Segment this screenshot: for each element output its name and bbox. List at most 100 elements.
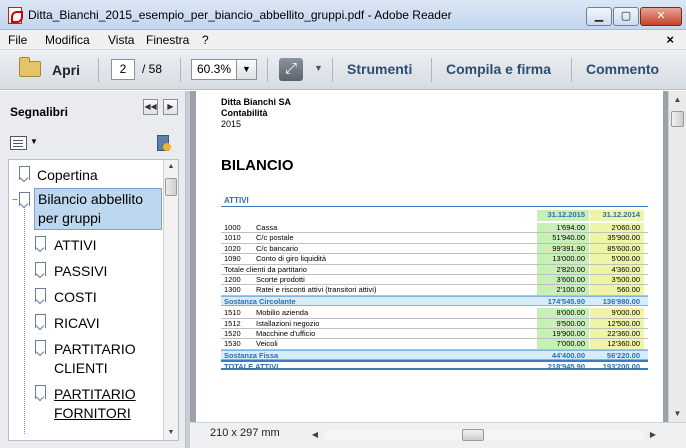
open-button[interactable]: Apri — [52, 62, 80, 78]
value-2014: 5'000.00 — [611, 254, 640, 264]
fit-page-expand-icon[interactable]: ⤢ — [279, 58, 303, 81]
bookmark-label: PARTITARIO — [54, 386, 136, 402]
toolbar-separator — [431, 58, 432, 82]
scroll-track[interactable] — [324, 430, 644, 440]
value-2014: 85'600.00 — [607, 243, 640, 253]
account-description: Totale clienti da partitario — [224, 264, 307, 274]
value-2015: 2'100.00 — [556, 285, 585, 295]
bookmarks-title: Segnalibri — [10, 105, 69, 119]
value-2014: 9'000.00 — [611, 308, 640, 318]
subtotal-row: Sostanza Circolante 174'545.90 136'980.0… — [221, 295, 648, 307]
tools-button[interactable]: Strumenti — [347, 61, 412, 77]
table-row: Totale clienti da partitario 2'820.00 4'36… — [221, 264, 648, 275]
table-row: 1510 Mobilio azienda 8'000.00 9'000.00 — [221, 308, 648, 319]
chevron-down-icon: ▼ — [30, 137, 38, 146]
value-2014: 22'360.00 — [607, 328, 640, 338]
value-2015: 51'940.00 — [552, 233, 585, 243]
chevron-down-icon[interactable]: ▼ — [314, 63, 323, 73]
account-description: Scorte prodotti — [256, 274, 305, 284]
bookmark-scrollbar[interactable]: ▲ ▼ — [163, 160, 178, 440]
menu-modifica[interactable]: Modifica — [45, 33, 90, 47]
section-rule — [221, 206, 648, 207]
account-code: 1530 — [224, 339, 241, 349]
bookmark-label-line2: FORNITORI — [54, 405, 131, 421]
account-code: 1090 — [224, 254, 241, 264]
collapse-panel-icon[interactable]: ◀◀ — [143, 99, 158, 115]
menu-file[interactable]: File — [8, 33, 27, 47]
fill-and-sign-button[interactable]: Compila e firma — [446, 61, 551, 77]
scroll-up-icon[interactable]: ▲ — [669, 91, 686, 108]
table-row: 1300 Ratei e risconti attivi (transitori … — [221, 285, 648, 296]
bookmark-copertina[interactable]: Copertina — [37, 166, 98, 185]
minimize-button[interactable]: ▁ — [586, 7, 612, 26]
table-row: 1010 C/c postale 51'940.00 35'900.00 — [221, 233, 648, 244]
table-row: 1520 Macchine d'ufficio 19'900.00 22'360.00 — [221, 328, 648, 340]
bookmark-ricavi[interactable]: RICAVI — [54, 314, 100, 333]
account-description: Mobilio azienda — [256, 308, 309, 318]
table-row: 1512 Istallazioni negozio 9'500.00 12'500.0… — [221, 318, 648, 329]
account-description: Macchine d'ufficio — [256, 328, 316, 338]
bookmark-partitario-clienti[interactable]: PARTITARIO CLIENTI — [54, 340, 136, 378]
value-2015: 19'900.00 — [552, 328, 585, 338]
scroll-right-icon[interactable]: ▶ — [646, 427, 660, 443]
bookmark-partitario-fornitori[interactable]: PARTITARIO FORNITORI — [54, 385, 136, 423]
bookmark-passivi[interactable]: PASSIVI — [54, 262, 107, 281]
comment-button[interactable]: Commento — [586, 61, 659, 77]
value-2015: 8'000.00 — [556, 308, 585, 318]
expand-panel-icon[interactable]: ▶ — [163, 99, 178, 115]
zoom-dropdown-button[interactable]: ▼ — [237, 59, 257, 80]
bookmark-options-button[interactable]: ▼ — [10, 135, 42, 153]
account-description: Cassa — [256, 223, 278, 232]
scroll-thumb[interactable] — [462, 429, 484, 441]
bookmark-tree: − Copertina Bilancio abbellito per grupp… — [8, 159, 179, 441]
menu-vista[interactable]: Vista — [108, 33, 134, 47]
page-size: 210 x 297 mm — [210, 427, 280, 439]
scroll-left-icon[interactable]: ◀ — [308, 427, 322, 443]
close-document-icon[interactable]: × — [666, 32, 674, 47]
report-heading: BILANCIO — [221, 157, 294, 174]
menu-finestra[interactable]: Finestra — [146, 33, 189, 47]
menu-help[interactable]: ? — [202, 33, 209, 47]
subtotal-value-2014: 136'980.00 — [602, 296, 640, 306]
document-viewport[interactable]: Ditta Bianchi SA Contabilità 2015 BILANC… — [190, 91, 668, 422]
total-row: TOTALE ATTIVI 218'945.90 193'200.00 — [221, 360, 648, 372]
account-code: 1300 — [224, 285, 241, 295]
bookmark-icon — [19, 166, 30, 180]
total-value-2015: 218'945.90 — [547, 362, 585, 372]
col-header-2015: 31.12.2015 — [547, 210, 585, 219]
account-code: 1000 — [224, 223, 241, 232]
collapse-tree-icon[interactable]: − — [12, 195, 18, 206]
tree-connector — [24, 204, 25, 434]
maximize-button[interactable]: ▢ — [613, 7, 639, 26]
company-name: Ditta Bianchi SA Contabilità — [221, 97, 291, 119]
balance-table: 31.12.2015 31.12.2014 1000 Cassa 1'694.00 2… — [221, 210, 648, 372]
close-window-button[interactable]: ✕ — [640, 7, 682, 26]
scroll-up-icon[interactable]: ▲ — [164, 160, 178, 174]
zoom-input[interactable]: 60.3% — [191, 59, 237, 80]
value-2014: 2'060.00 — [611, 223, 640, 232]
account-code: 1520 — [224, 328, 241, 338]
window-title: Ditta_Bianchi_2015_esempio_per_biancio_a… — [28, 8, 452, 22]
document-vertical-scrollbar[interactable]: ▲ ▼ — [668, 91, 686, 422]
col-header-2014: 31.12.2014 — [602, 210, 640, 219]
bookmark-costi[interactable]: COSTI — [54, 288, 97, 307]
open-folder-icon[interactable] — [19, 57, 41, 77]
menu-bar: File Modifica Vista Finestra ? × — [0, 30, 686, 50]
table-row: 1090 Conto di giro liquidità 13'000.00 5'00… — [221, 254, 648, 265]
scroll-thumb[interactable] — [165, 178, 177, 196]
title-bar: Ditta_Bianchi_2015_esempio_per_biancio_a… — [0, 0, 686, 30]
scroll-down-icon[interactable]: ▼ — [164, 426, 178, 440]
bookmark-icon — [35, 314, 46, 328]
document-horizontal-scrollbar[interactable]: ◀ ▶ — [308, 427, 660, 443]
bookmark-bilancio-abbellito[interactable]: Bilancio abbellito per gruppi — [34, 188, 162, 230]
scroll-thumb[interactable] — [671, 111, 684, 127]
bookmark-icon — [35, 262, 46, 276]
value-2014: 12'360.00 — [607, 339, 640, 349]
scroll-down-icon[interactable]: ▼ — [669, 405, 686, 422]
subtotal-value-2015: 174'545.90 — [547, 296, 585, 306]
bookmark-attivi[interactable]: ATTIVI — [54, 236, 97, 255]
page-number-input[interactable]: 2 — [111, 59, 135, 80]
toolbar-separator — [571, 58, 572, 82]
new-bookmark-icon[interactable] — [155, 135, 171, 153]
subtotal-row: Sostanza Fissa 44'400.00 56'220.00 — [221, 349, 648, 361]
